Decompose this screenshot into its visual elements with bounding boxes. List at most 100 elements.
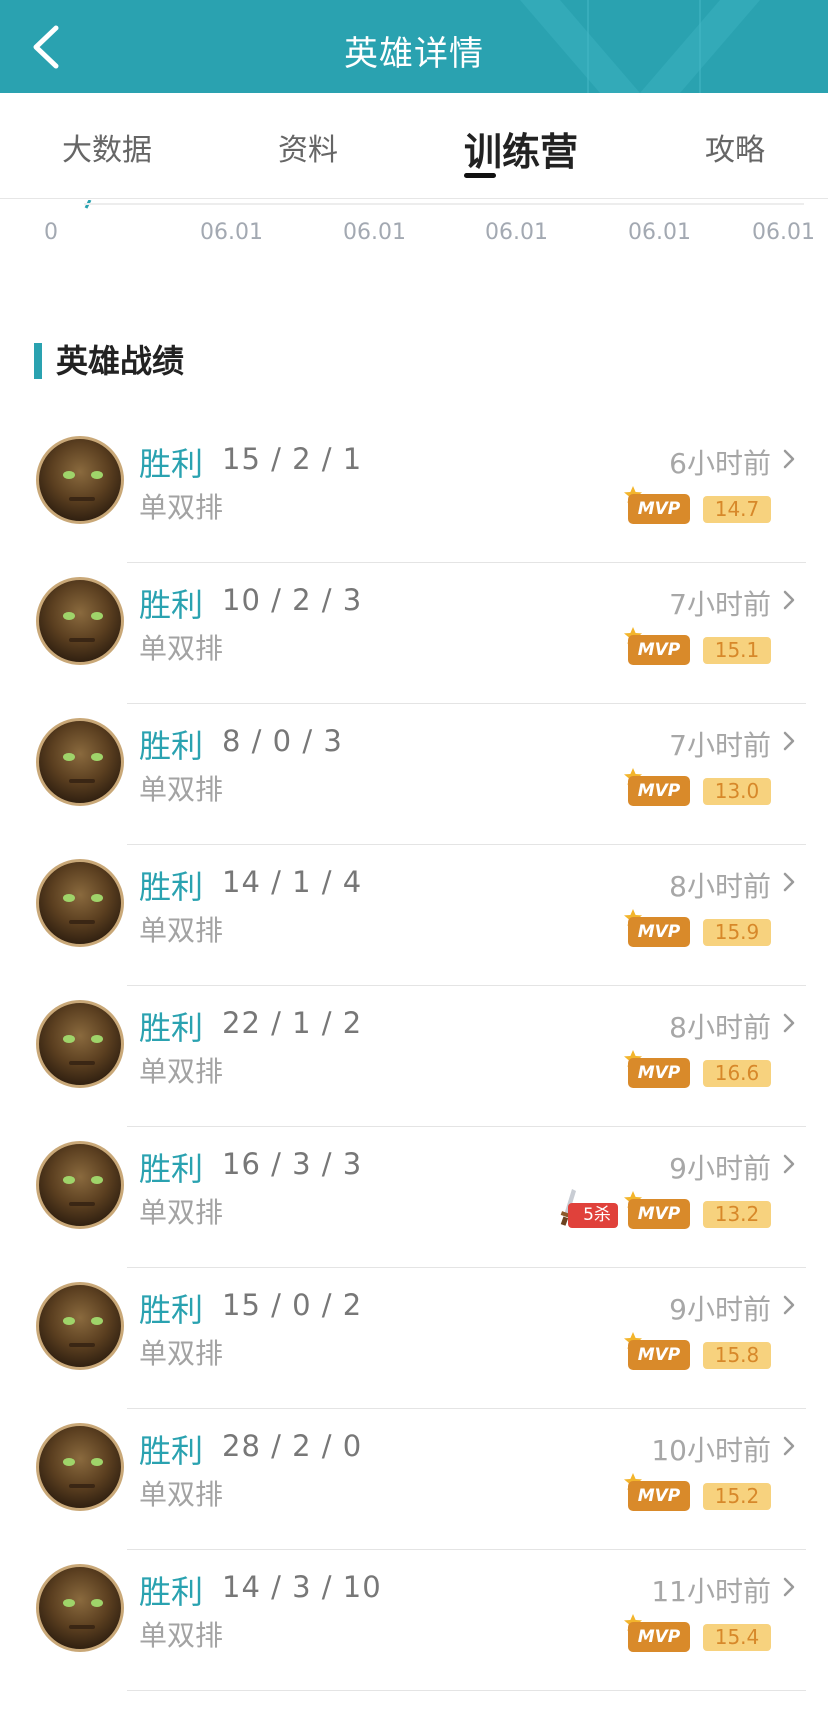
hero-avatar: [36, 1000, 124, 1088]
tab-big-data[interactable]: 大数据: [62, 125, 152, 169]
match-kda: 15 / 2 / 1: [222, 442, 363, 476]
hero-avatar: [36, 436, 124, 524]
match-result: 胜利: [139, 868, 204, 906]
match-time: 8小时前: [669, 870, 771, 903]
match-time: 7小时前: [669, 729, 771, 762]
match-mode: 单双排: [139, 1619, 224, 1652]
axis-tick-label: 0: [44, 220, 58, 245]
match-result: 胜利: [139, 727, 204, 765]
match-time: 9小时前: [669, 1152, 771, 1185]
axis-tick-label: 06.01: [752, 220, 815, 245]
mvp-badge: MVP: [628, 1058, 690, 1088]
match-mode: 单双排: [139, 491, 224, 524]
match-mode: 单双排: [139, 1478, 224, 1511]
match-time: 6小时前: [669, 447, 771, 480]
match-result: 胜利: [139, 586, 204, 624]
tab-training-camp[interactable]: 训练营: [464, 121, 578, 176]
trend-line: [84, 200, 92, 209]
match-score: 16.6: [703, 1060, 771, 1087]
match-kda: 10 / 2 / 3: [222, 583, 363, 617]
axis-tick-label: 06.01: [343, 220, 406, 245]
chevron-right-icon: [783, 1577, 795, 1597]
match-score: 15.9: [703, 919, 771, 946]
match-result: 胜利: [139, 1573, 204, 1611]
match-row[interactable]: 胜利 8 / 0 / 3 单双排 7小时前 MVP 13.0: [0, 704, 828, 845]
chevron-right-icon: [783, 1436, 795, 1456]
hero-avatar: [36, 577, 124, 665]
top-nav-bar: 英雄详情: [0, 0, 828, 93]
match-mode: 单双排: [139, 773, 224, 806]
match-time: 10小时前: [651, 1434, 771, 1467]
chevron-right-icon: [783, 1295, 795, 1315]
chevron-right-icon: [783, 1154, 795, 1174]
tab-profile[interactable]: 资料: [278, 125, 338, 169]
hero-avatar: [36, 1564, 124, 1652]
match-time: 11小时前: [651, 1575, 771, 1608]
match-kda: 15 / 0 / 2: [222, 1288, 363, 1322]
mvp-badge: MVP: [628, 1622, 690, 1652]
active-tab-indicator: [464, 173, 496, 178]
hero-avatar: [36, 1423, 124, 1511]
hero-avatar: [36, 1141, 124, 1229]
match-mode: 单双排: [139, 1196, 224, 1229]
match-mode: 单双排: [139, 914, 224, 947]
tab-bar: 大数据 资料 训练营 攻略: [0, 93, 828, 199]
mvp-badge: MVP: [628, 917, 690, 947]
match-mode: 单双排: [139, 1337, 224, 1370]
mvp-badge: MVP: [628, 635, 690, 665]
axis-baseline: [84, 203, 804, 205]
match-kda: 14 / 3 / 10: [222, 1570, 382, 1604]
match-result: 胜利: [139, 1432, 204, 1470]
match-mode: 单双排: [139, 1055, 224, 1088]
match-row[interactable]: 胜利 16 / 3 / 3 单双排 9小时前 5杀 MVP 13.2: [0, 1127, 828, 1268]
match-kda: 16 / 3 / 3: [222, 1147, 363, 1181]
match-row[interactable]: 胜利 22 / 1 / 2 单双排 8小时前 MVP 16.6: [0, 986, 828, 1127]
match-row[interactable]: 胜利 15 / 2 / 1 单双排 6小时前 MVP 14.7: [0, 422, 828, 563]
match-row[interactable]: 胜利 15 / 0 / 2 单双排 9小时前 MVP 15.8: [0, 1268, 828, 1409]
mvp-badge: MVP: [628, 776, 690, 806]
page-title: 英雄详情: [344, 34, 484, 74]
match-score: 15.4: [703, 1624, 771, 1651]
match-score: 15.2: [703, 1483, 771, 1510]
chevron-right-icon: [783, 872, 795, 892]
match-row[interactable]: 胜利 28 / 2 / 0 单双排 10小时前 MVP 15.2: [0, 1409, 828, 1550]
match-result: 胜利: [139, 1009, 204, 1047]
row-divider: [127, 1690, 806, 1691]
hero-avatar: [36, 1282, 124, 1370]
mvp-badge: MVP: [628, 1199, 690, 1229]
match-row[interactable]: 胜利 10 / 2 / 3 单双排 7小时前 MVP 15.1: [0, 563, 828, 704]
mvp-badge: MVP: [628, 1481, 690, 1511]
axis-tick-label: 06.01: [628, 220, 691, 245]
match-row[interactable]: 胜利 14 / 1 / 4 单双排 8小时前 MVP 15.9: [0, 845, 828, 986]
chevron-right-icon: [783, 731, 795, 751]
match-kda: 28 / 2 / 0: [222, 1429, 363, 1463]
match-time: 9小时前: [669, 1293, 771, 1326]
match-mode: 单双排: [139, 632, 224, 665]
match-score: 13.2: [703, 1201, 771, 1228]
trend-chart-axis: 0 06.01 06.01 06.01 06.01 06.01: [0, 200, 828, 260]
hero-avatar: [36, 859, 124, 947]
match-kda: 14 / 1 / 4: [222, 865, 363, 899]
hero-avatar: [36, 718, 124, 806]
penta-kill-badge: 5杀: [568, 1203, 618, 1228]
match-list: 胜利 15 / 2 / 1 单双排 6小时前 MVP 14.7 胜利 10 / …: [0, 422, 828, 1691]
chevron-right-icon: [783, 1013, 795, 1033]
axis-tick-label: 06.01: [485, 220, 548, 245]
chevron-right-icon: [783, 590, 795, 610]
match-score: 14.7: [703, 496, 771, 523]
section-title-hero-record: 英雄战绩: [34, 343, 184, 379]
chevron-right-icon: [783, 449, 795, 469]
tab-guide[interactable]: 攻略: [705, 125, 765, 169]
match-result: 胜利: [139, 445, 204, 483]
match-result: 胜利: [139, 1150, 204, 1188]
mvp-badge: MVP: [628, 1340, 690, 1370]
match-kda: 8 / 0 / 3: [222, 724, 343, 758]
match-time: 7小时前: [669, 588, 771, 621]
match-row[interactable]: 胜利 14 / 3 / 10 单双排 11小时前 MVP 15.4: [0, 1550, 828, 1691]
match-score: 13.0: [703, 778, 771, 805]
match-score: 15.8: [703, 1342, 771, 1369]
match-kda: 22 / 1 / 2: [222, 1006, 363, 1040]
match-score: 15.1: [703, 637, 771, 664]
mvp-badge: MVP: [628, 494, 690, 524]
match-time: 8小时前: [669, 1011, 771, 1044]
